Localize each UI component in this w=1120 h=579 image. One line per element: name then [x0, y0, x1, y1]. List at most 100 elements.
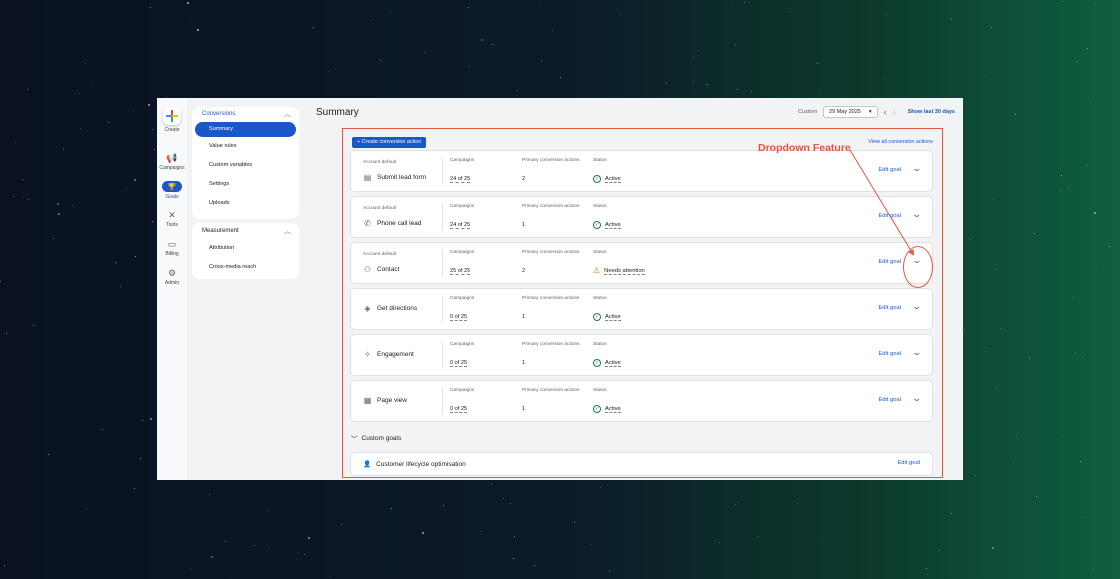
nav-value-rules[interactable]: Value rules: [192, 137, 299, 156]
campaigns-value[interactable]: 24 of 25: [450, 176, 471, 183]
status-badge: ✓ Active: [593, 359, 621, 367]
nav-uploads[interactable]: Uploads: [192, 194, 299, 213]
status-badge: ✓ Active: [593, 313, 621, 321]
status-text[interactable]: Active: [605, 176, 621, 183]
measurement-title: Measurement: [202, 228, 239, 234]
goal-row[interactable]: ◈ Get directions Campaigns 0 of 25 Prima…: [351, 289, 932, 329]
status-text[interactable]: Needs attention: [604, 268, 645, 275]
custom-goal-row[interactable]: 👤 Customer lifecycle optimisation Edit g…: [351, 453, 932, 475]
annotation-circle: [903, 246, 933, 288]
check-circle-icon: ✓: [593, 313, 601, 321]
chevron-up-icon: ︿: [284, 111, 291, 118]
star: [108, 122, 110, 124]
nav-cross-media[interactable]: Cross-media reach: [192, 258, 299, 277]
rail-goals[interactable]: 🏆 Goals: [157, 181, 187, 200]
measurement-header[interactable]: Measurement ︿: [192, 224, 299, 239]
rail-tools[interactable]: ✕ Tools: [157, 210, 187, 228]
edit-goal-link[interactable]: Edit goal: [878, 213, 901, 219]
star: [5, 333, 7, 335]
custom-goals-toggle[interactable]: ﹀ Custom goals: [351, 433, 401, 444]
person-add-icon: 👤: [363, 461, 372, 468]
prev-arrow-icon[interactable]: ‹: [884, 107, 887, 117]
conversions-header[interactable]: Conversions ︿: [192, 107, 299, 122]
star: [268, 547, 270, 549]
edit-goal-link[interactable]: Edit goal: [878, 397, 901, 403]
star: [135, 256, 136, 258]
rail-create[interactable]: Create: [157, 107, 187, 133]
goal-row[interactable]: Account default ✆ Phone call lead Campai…: [351, 197, 932, 237]
nav-settings[interactable]: Settings: [192, 175, 299, 194]
chevron-down-icon[interactable]: ⌄: [912, 163, 923, 174]
star: [389, 10, 391, 12]
goal-row[interactable]: ✧ Engagement Campaigns 0 of 25 Primary c…: [351, 335, 932, 375]
goal-row[interactable]: Account default ⚇ Contact Campaigns 25 o…: [351, 243, 932, 283]
conversions-title: Conversions: [202, 111, 236, 117]
campaigns-value[interactable]: 24 of 25: [450, 222, 471, 229]
star: [1094, 2, 1096, 4]
chevron-down-icon[interactable]: ⌄: [912, 347, 923, 358]
campaigns-value[interactable]: 0 of 25: [450, 406, 468, 413]
next-arrow-icon[interactable]: ›: [893, 107, 896, 117]
chevron-down-icon[interactable]: ⌄: [912, 393, 923, 404]
create-conversion-button[interactable]: + Create conversion action: [352, 137, 427, 148]
edit-goal-link[interactable]: Edit goal: [878, 259, 901, 265]
campaigns-value[interactable]: 25 of 25: [450, 268, 471, 275]
goal-name-text: Get directions: [377, 305, 418, 312]
star: [1061, 175, 1063, 177]
star: [208, 493, 210, 495]
star: [21, 178, 23, 180]
edit-goal-link[interactable]: Edit goal: [897, 460, 920, 466]
measurement-nav: Measurement ︿ Attribution Cross-media re…: [192, 223, 299, 279]
rail-campaigns[interactable]: 📢 Campaigns: [157, 153, 187, 171]
edit-goal-link[interactable]: Edit goal: [878, 305, 901, 311]
view-all-link[interactable]: View all conversion actions: [868, 139, 933, 145]
status-text[interactable]: Active: [605, 222, 621, 229]
date-picker[interactable]: 29 May 2025 ▾: [823, 106, 878, 118]
star: [1062, 436, 1064, 438]
goal-row[interactable]: Account default ▤ Submit lead form Campa…: [351, 151, 932, 191]
nav-summary[interactable]: Summary: [195, 122, 296, 137]
status-text[interactable]: Active: [605, 406, 621, 413]
star: [950, 512, 952, 514]
conversions-nav: Conversions ︿ Summary Value rules Custom…: [192, 107, 299, 219]
edit-goal-link[interactable]: Edit goal: [878, 351, 901, 357]
primary-value: 1: [522, 222, 526, 228]
rail-admin[interactable]: ⚙ Admin: [157, 268, 187, 286]
status-text[interactable]: Active: [605, 314, 621, 321]
star: [735, 504, 737, 506]
status-label: Status: [593, 388, 607, 393]
account-default-label: Account default: [363, 206, 397, 211]
star: [707, 84, 709, 86]
people-icon: ⚇: [363, 265, 372, 274]
rail-campaigns-label: Campaigns: [159, 165, 185, 171]
star: [993, 198, 995, 200]
edit-goal-link[interactable]: Edit goal: [878, 167, 901, 173]
star: [1096, 266, 1098, 268]
campaigns-value[interactable]: 0 of 25: [450, 314, 468, 321]
status-text[interactable]: Active: [605, 360, 621, 367]
divider: [442, 158, 443, 184]
goal-row[interactable]: ▦ Page view Campaigns 0 of 25 Primary co…: [351, 381, 932, 421]
rail-billing[interactable]: ▭ Billing: [157, 239, 187, 257]
nav-attribution[interactable]: Attribution: [192, 239, 299, 258]
star: [101, 428, 103, 430]
create-plus-icon[interactable]: [163, 107, 181, 125]
primary-value: 1: [522, 406, 526, 412]
campaigns-label: Campaigns: [450, 342, 475, 347]
star: [1079, 460, 1081, 462]
divider: [442, 296, 443, 322]
star: [1036, 496, 1038, 498]
show-last-30-link[interactable]: Show last 30 days: [908, 109, 955, 115]
chevron-down-icon[interactable]: ⌄: [912, 301, 923, 312]
star: [939, 550, 941, 552]
warning-icon: ⚠: [593, 266, 601, 275]
star: [266, 510, 268, 512]
nav-custom-variables[interactable]: Custom variables: [192, 156, 299, 175]
chevron-down-icon[interactable]: ⌄: [912, 209, 923, 220]
star: [743, 1, 745, 3]
campaigns-value[interactable]: 0 of 25: [450, 360, 468, 367]
star: [619, 13, 621, 15]
star: [1033, 232, 1035, 234]
star: [139, 457, 141, 459]
star: [425, 52, 427, 54]
